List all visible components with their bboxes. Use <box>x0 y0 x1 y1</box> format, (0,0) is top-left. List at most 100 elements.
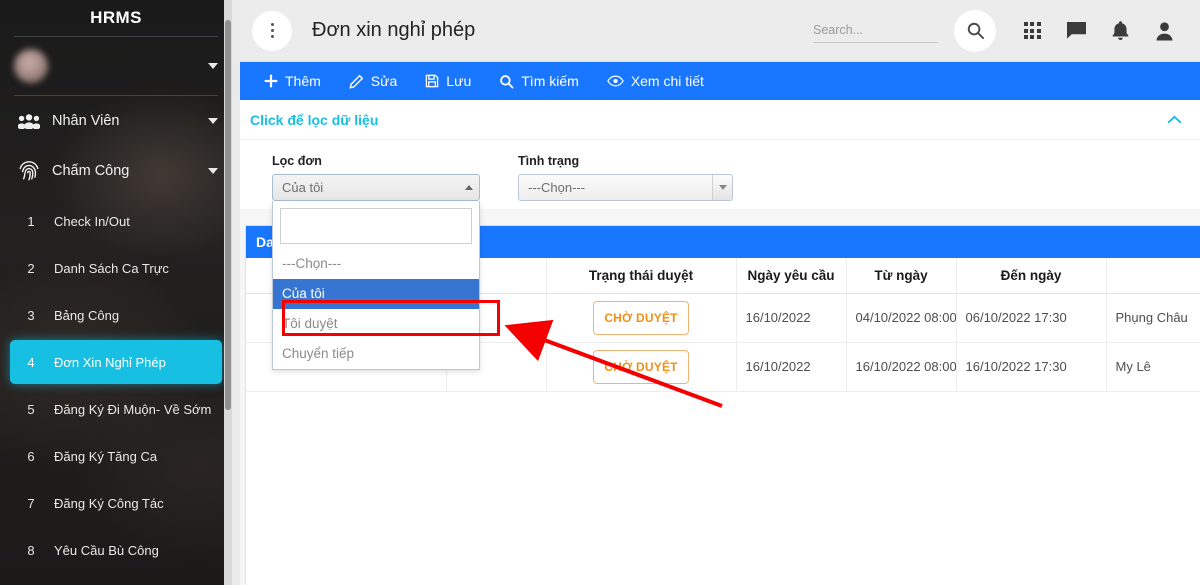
people-group-icon <box>14 113 44 129</box>
dropdown-option-chon[interactable]: ---Chọn--- <box>273 249 479 279</box>
item-number: 7 <box>27 495 35 511</box>
loc-don-label: Lọc đơn <box>272 154 322 168</box>
item-number: 5 <box>27 401 35 417</box>
sidebar-item-dang-ky-tang-ca[interactable]: 6 Đăng Ký Tăng Ca <box>10 434 222 478</box>
bell-icon[interactable] <box>1098 9 1142 53</box>
sidebar: HRMS Nhân Viên Chấm Công 1 Check In/Out … <box>0 0 232 585</box>
filter-tinh-trang: Tình trạng ---Chọn--- <box>518 154 733 201</box>
sidebar-item-danh-sach-ca-truc[interactable]: 2 Danh Sách Ca Trực <box>10 246 222 290</box>
status-badge: CHỜ DUYỆT <box>593 300 689 335</box>
sidebar-item-label: Đăng Ký Tăng Ca <box>54 448 158 464</box>
user-name <box>60 59 202 74</box>
kebab-menu-icon[interactable] <box>252 10 292 51</box>
user-profile[interactable] <box>0 37 232 95</box>
dropdown-search-wrap <box>280 208 472 244</box>
eye-icon <box>606 75 624 87</box>
sidebar-scrollbar-thumb[interactable] <box>225 20 231 410</box>
search-icon <box>500 74 514 88</box>
tinh-trang-select[interactable]: ---Chọn--- <box>518 174 733 201</box>
cell-status: CHỜ DUYỆT <box>546 342 737 392</box>
view-detail-button-label: Xem chi tiết <box>630 73 704 89</box>
sidebar-item-label: Check In/Out <box>54 213 130 229</box>
sidebar-item-don-xin-nghi-phep[interactable]: 4 Đơn Xin Nghỉ Phép <box>10 340 222 384</box>
search-field-wrap <box>813 18 938 43</box>
caret-down-icon <box>718 185 727 190</box>
plus-icon <box>264 74 278 88</box>
loc-don-dropdown-panel[interactable]: ---Chọn--- Của tôi Tôi duyệt Chuyển tiếp <box>272 201 480 370</box>
sidebar-scrollbar[interactable] <box>224 0 232 585</box>
filter-toggle-label: Click để lọc dữ liệu <box>250 111 379 128</box>
cell-ngay-yeu-cau: 16/10/2022 <box>736 342 847 392</box>
sidebar-item-label: Danh Sách Ca Trực <box>54 260 169 276</box>
filter-panel: Lọc đơn Của tôi Tình trạng ---Chọn--- <box>232 140 1200 209</box>
col-nguoi-lam-thay[interactable]: Người làm thay <box>1106 258 1200 294</box>
item-number: 3 <box>27 307 35 323</box>
save-button[interactable]: Lưu <box>411 62 485 100</box>
col-ngay-yeu-cau[interactable]: Ngày yêu cầu <box>736 258 847 294</box>
chevron-down-icon[interactable] <box>208 118 218 124</box>
sidebar-group-label: Nhân Viên <box>52 113 120 129</box>
message-icon[interactable] <box>1054 9 1098 53</box>
chevron-down-icon[interactable] <box>208 63 218 69</box>
pencil-icon <box>349 74 364 89</box>
avatar <box>14 49 48 83</box>
save-button-label: Lưu <box>446 73 472 89</box>
cell-ngay-yeu-cau: 16/10/2022 <box>736 293 847 343</box>
tinh-trang-label: Tình trạng <box>518 154 580 168</box>
sidebar-item-label: Bảng Công <box>54 307 120 323</box>
top-bar: Đơn xin nghỉ phép <box>232 0 1200 62</box>
person-icon[interactable] <box>1142 9 1186 53</box>
cell-nguoi-lam-thay: Phụng Châu <box>1106 293 1200 343</box>
search-button-label: Tìm kiếm <box>521 73 579 89</box>
app-brand: HRMS <box>90 8 142 27</box>
dropdown-option-cua-toi[interactable]: Của tôi <box>273 279 479 309</box>
filter-toggle-header[interactable]: Click để lọc dữ liệu <box>232 100 1200 140</box>
filter-loc-don: Lọc đơn Của tôi <box>272 154 480 201</box>
sidebar-group-label: Chấm Công <box>52 163 130 179</box>
cell-den-ngay: 06/10/2022 17:30 <box>956 293 1107 343</box>
search-icon[interactable] <box>954 9 996 52</box>
col-trang-thai-duyet[interactable]: Trạng thái duyệt <box>546 258 737 294</box>
sidebar-group-nhan-vien[interactable]: Nhân Viên <box>0 96 232 146</box>
col-tu-ngay[interactable]: Từ ngày <box>846 258 957 294</box>
sidebar-item-dang-ky-di-muon-ve-som[interactable]: 5 Đăng Ký Đi Muộn- Về Sớm <box>10 387 222 431</box>
sidebar-item-yeu-cau-bu-cong[interactable]: 8 Yêu Cầu Bù Công <box>10 528 222 572</box>
dropdown-option-toi-duyet[interactable]: Tôi duyệt <box>273 309 479 339</box>
item-number: 2 <box>27 260 35 276</box>
item-number: 1 <box>27 213 35 229</box>
search-button[interactable]: Tìm kiếm <box>485 62 593 100</box>
apps-grid-icon[interactable] <box>1010 9 1054 53</box>
edit-button[interactable]: Sửa <box>335 62 412 100</box>
chevron-up-icon[interactable] <box>1167 112 1182 127</box>
add-button[interactable]: Thêm <box>250 62 335 100</box>
sidebar-item-label: Đăng Ký Công Tác <box>54 495 164 511</box>
page-title: Đơn xin nghỉ phép <box>312 19 476 41</box>
top-bar-actions <box>813 9 1186 53</box>
sidebar-item-label: Đăng Ký Đi Muộn- Về Sớm <box>54 401 212 417</box>
main-content: Đơn xin nghỉ phép Search... Thêm Sửa Lưu… <box>232 0 1200 585</box>
dropdown-option-chuyen-tiep[interactable]: Chuyển tiếp <box>273 339 479 369</box>
sidebar-item-label: Yêu Cầu Bù Công <box>54 542 159 558</box>
dropdown-search-input[interactable] <box>281 209 471 243</box>
sidebar-item-bang-cong[interactable]: 3 Bảng Công <box>10 293 222 337</box>
dropdown-button[interactable] <box>712 175 732 200</box>
sidebar-item-dang-ky-cong-tac[interactable]: 7 Đăng Ký Công Tác <box>10 481 222 525</box>
item-number: 8 <box>27 542 35 558</box>
caret-up-icon <box>465 185 473 190</box>
view-detail-button[interactable]: Xem chi tiết <box>593 62 718 100</box>
status-badge: CHỜ DUYỆT <box>593 349 689 384</box>
edit-button-label: Sửa <box>370 73 398 89</box>
loc-don-value: Của tôi <box>282 180 324 195</box>
sidebar-group-cham-cong[interactable]: Chấm Công <box>0 146 232 196</box>
fingerprint-icon <box>14 159 44 183</box>
loc-don-select[interactable]: Của tôi <box>272 174 480 201</box>
add-button-label: Thêm <box>285 73 321 89</box>
sidebar-item-check-in-out[interactable]: 1 Check In/Out <box>10 199 222 243</box>
content-left-gutter <box>232 0 240 585</box>
chevron-down-icon[interactable] <box>208 168 218 174</box>
search-input[interactable] <box>813 18 938 43</box>
redacted-text <box>1188 310 1200 325</box>
cell-tu-ngay: 04/10/2022 08:00 <box>846 293 957 343</box>
col-den-ngay[interactable]: Đến ngày <box>956 258 1107 294</box>
app-root: HRMS Nhân Viên Chấm Công 1 Check In/Out … <box>0 0 1200 585</box>
